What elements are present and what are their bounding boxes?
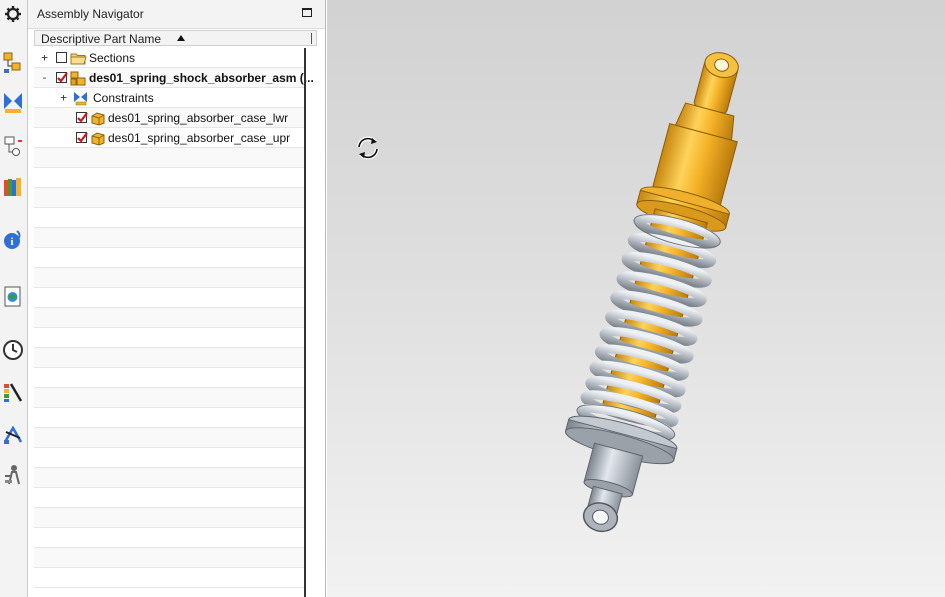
empty-row (34, 488, 304, 508)
assembly-icon (70, 71, 86, 86)
resource-bar: i (0, 0, 28, 597)
tree-row-case-upr[interactable]: des01_spring_absorber_case_upr (34, 128, 304, 148)
tree-row-assembly[interactable]: - des01_spring_shock_absorber_asm (... (34, 68, 314, 88)
expand-plus-icon[interactable]: + (59, 92, 68, 103)
tree-item-label: Sections (89, 51, 136, 65)
assembly-navigator-icon[interactable] (2, 50, 24, 74)
assembly-navigator: Assembly Navigator Descriptive Part Name… (28, 0, 326, 597)
visibility-checkbox-checked[interactable] (56, 72, 68, 83)
collapse-minus-icon[interactable]: - (40, 72, 49, 83)
settings-gear-icon[interactable] (2, 3, 24, 27)
tree-row-constraints[interactable]: + Constraints (34, 88, 304, 108)
empty-row (34, 168, 304, 188)
svg-text:i: i (10, 236, 13, 248)
visibility-checkbox[interactable] (56, 52, 67, 63)
navigator-title: Assembly Navigator (37, 7, 144, 21)
web-browser-icon[interactable] (2, 285, 24, 309)
empty-row (34, 508, 304, 528)
empty-row (34, 348, 304, 368)
empty-row (34, 408, 304, 428)
visibility-checkbox-checked[interactable] (76, 112, 88, 123)
rotate-cursor-icon (357, 136, 379, 160)
top-eye-mount (674, 52, 739, 141)
sort-ascending-icon (177, 35, 185, 41)
empty-row (34, 248, 304, 268)
navigator-tree: + Sections - des01_spring_shock_absorber… (34, 48, 314, 597)
tree-item-label: des01_spring_absorber_case_lwr (108, 111, 289, 125)
history-icon[interactable] (2, 338, 24, 362)
part-icon (90, 131, 106, 146)
tree-row-case-lwr[interactable]: des01_spring_absorber_case_lwr (34, 108, 304, 128)
tree-item-label: des01_spring_shock_absorber_asm (... (89, 71, 314, 85)
empty-row (34, 208, 304, 228)
visibility-checkbox-checked[interactable] (76, 132, 88, 143)
part-navigator-icon[interactable] (2, 134, 24, 158)
hd3d-tools-icon[interactable]: i (2, 228, 24, 252)
constraints-icon (73, 91, 89, 106)
empty-row (34, 328, 304, 348)
part-icon (90, 111, 106, 126)
empty-row (34, 428, 304, 448)
empty-row (34, 448, 304, 468)
maximize-icon[interactable] (302, 8, 312, 17)
expand-plus-icon[interactable]: + (40, 52, 49, 63)
constraint-navigator-icon[interactable] (2, 90, 24, 114)
navigator-header: Assembly Navigator (28, 0, 325, 29)
column-resize-handle[interactable] (311, 33, 312, 44)
system-materials-icon[interactable] (2, 380, 24, 404)
empty-row (34, 548, 304, 568)
empty-row (34, 568, 304, 588)
column-header-descriptive-part-name[interactable]: Descriptive Part Name (34, 30, 317, 46)
spring-shock-absorber-model[interactable] (477, 30, 807, 540)
graphics-window[interactable] (327, 0, 945, 597)
empty-row (34, 148, 304, 168)
empty-row (34, 468, 304, 488)
empty-row (34, 288, 304, 308)
process-studio-icon[interactable] (2, 422, 24, 446)
empty-row (34, 188, 304, 208)
folder-icon (70, 51, 87, 65)
empty-row (34, 268, 304, 288)
tree-row-sections[interactable]: + Sections (34, 48, 304, 68)
empty-row (34, 528, 304, 548)
tree-item-label: Constraints (93, 91, 154, 105)
empty-row (34, 308, 304, 328)
empty-row (34, 228, 304, 248)
column-header-label: Descriptive Part Name (41, 32, 162, 46)
empty-row (34, 388, 304, 408)
tree-item-label: des01_spring_absorber_case_upr (108, 131, 291, 145)
reuse-library-icon[interactable] (2, 175, 24, 199)
empty-row (34, 368, 304, 388)
column-divider-line (304, 48, 306, 597)
roles-icon[interactable] (2, 462, 24, 486)
